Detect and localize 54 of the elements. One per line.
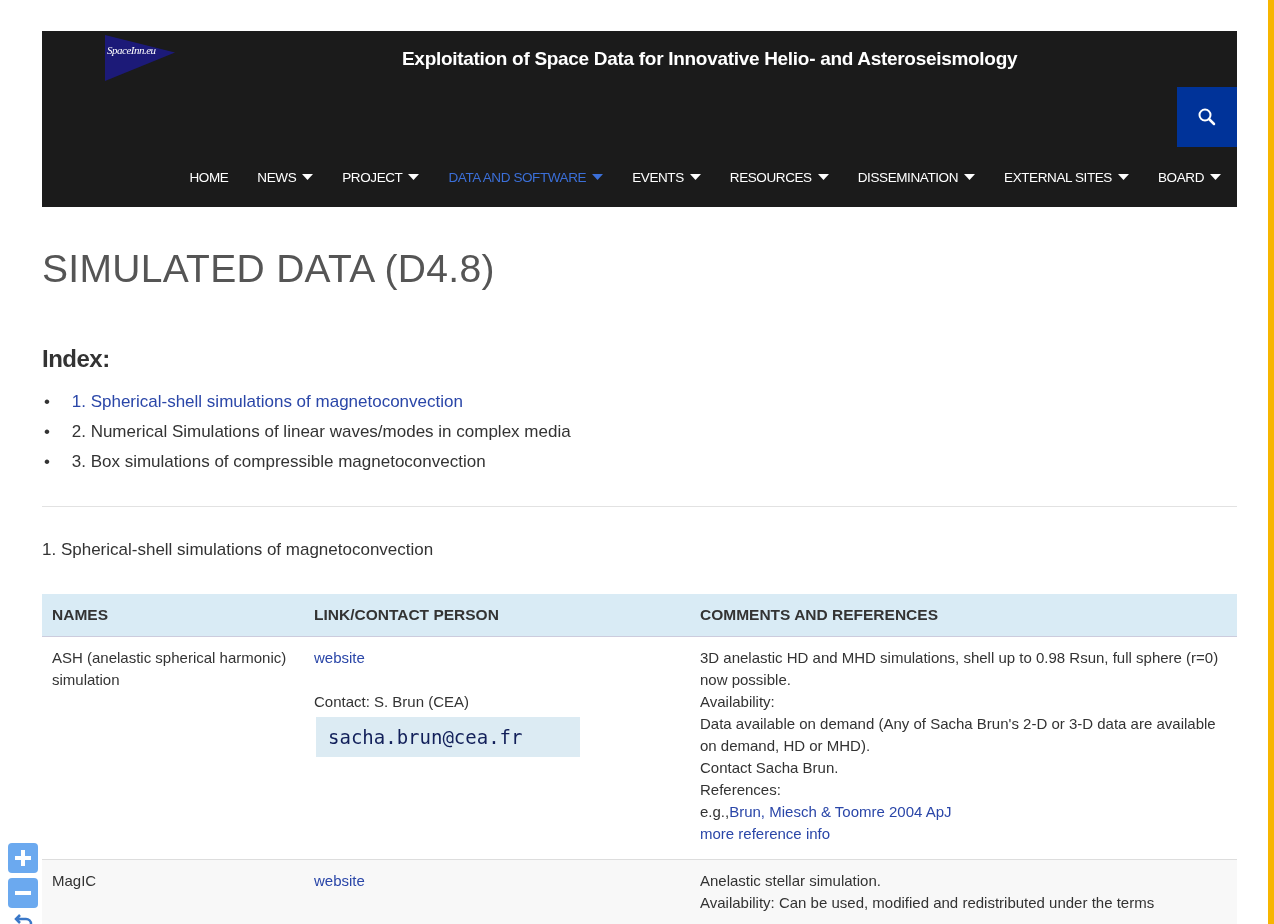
website-link[interactable]: website xyxy=(314,649,365,666)
nav-item[interactable]: EVENTS xyxy=(632,169,701,185)
zoom-in-button[interactable] xyxy=(8,843,38,873)
comment-text: Anelastic stellar simulation. xyxy=(700,871,882,891)
nav-item[interactable]: NEWS xyxy=(257,169,314,185)
caret-icon xyxy=(964,173,976,181)
caret-icon xyxy=(1118,173,1129,181)
nav-item[interactable]: EXTERNAL SITES xyxy=(1004,169,1129,185)
bullet: • xyxy=(44,421,51,443)
nav-item[interactable]: RESOURCES xyxy=(729,169,829,185)
site-title: Exploitation of Space Data for Innovative Helio- and Asteroseismology xyxy=(402,48,1018,71)
comment-text: Data available on demand (Any of Sacha Brun's 2-D or 3-D data are available on demand, HD or MHD). xyxy=(700,714,1217,756)
nav-item[interactable]: HOME xyxy=(189,169,229,185)
email-code: sacha.brun@cea.fr xyxy=(316,717,580,757)
reference-link[interactable]: more reference info xyxy=(700,825,831,842)
search-icon xyxy=(1197,107,1217,127)
index-item: 3. Box simulations of compressible magnetoconvection xyxy=(71,452,486,471)
reference-text: e.g.,Brun, Miesch & Toomre 2004 ApJ xyxy=(700,802,953,822)
comment-text: Contact Sacha Brun. xyxy=(700,758,840,778)
comment-text: References: xyxy=(700,780,782,800)
nav-item[interactable]: BOARD xyxy=(1158,169,1221,185)
caret-icon xyxy=(408,173,420,181)
undo-icon[interactable] xyxy=(14,913,34,924)
bullet: • xyxy=(44,391,51,413)
nav-item[interactable]: DISSEMINATION xyxy=(857,169,976,185)
website-link[interactable]: website xyxy=(314,872,365,889)
plus-icon xyxy=(14,849,32,867)
reference-link[interactable]: Brun, Miesch & Toomre 2004 ApJ xyxy=(729,803,952,820)
column-header: LINK/CONTACT PERSON xyxy=(314,606,499,623)
caret-icon xyxy=(592,173,604,181)
table-cell: ASH (anelastic spherical harmonic) simulation xyxy=(52,649,287,688)
caret-icon xyxy=(817,173,829,181)
nav-item[interactable]: PROJECT xyxy=(342,169,420,185)
column-header: COMMENTS AND REFERENCES xyxy=(700,606,938,623)
index-heading: Index: xyxy=(42,345,111,373)
caret-icon xyxy=(302,173,314,181)
comment-text: 3D anelastic HD and MHD simulations, shell up to 0.98 Rsun, full sphere (r=0) now possible. xyxy=(700,648,1220,690)
comment-text: Availability: xyxy=(700,692,776,712)
zoom-out-button[interactable] xyxy=(8,878,38,908)
table-cell: MagIC xyxy=(52,872,97,889)
comment-text: Availability: Can be used, modified and redistributed under the terms xyxy=(700,893,1156,913)
column-header: NAMES xyxy=(52,606,108,623)
section-title: 1. Spherical-shell simulations of magnetoconvection xyxy=(42,540,435,560)
index-item: 2. Numerical Simulations of linear waves/modes in complex media xyxy=(71,422,571,441)
index-link[interactable]: 1. Spherical-shell simulations of magnetoconvection xyxy=(71,392,463,411)
nav-item[interactable]: DATA AND SOFTWARE xyxy=(448,169,604,185)
bullet: • xyxy=(44,451,51,473)
minus-icon xyxy=(15,891,31,895)
caret-icon xyxy=(689,173,701,181)
caret-icon xyxy=(1210,173,1221,181)
contact-text: Contact: S. Brun (CEA) xyxy=(314,692,471,712)
page-title: SIMULATED DATA (D4.8) xyxy=(42,247,496,292)
search-button[interactable] xyxy=(1177,87,1237,147)
site-logo[interactable]: SpaceInn.eu xyxy=(105,35,175,81)
